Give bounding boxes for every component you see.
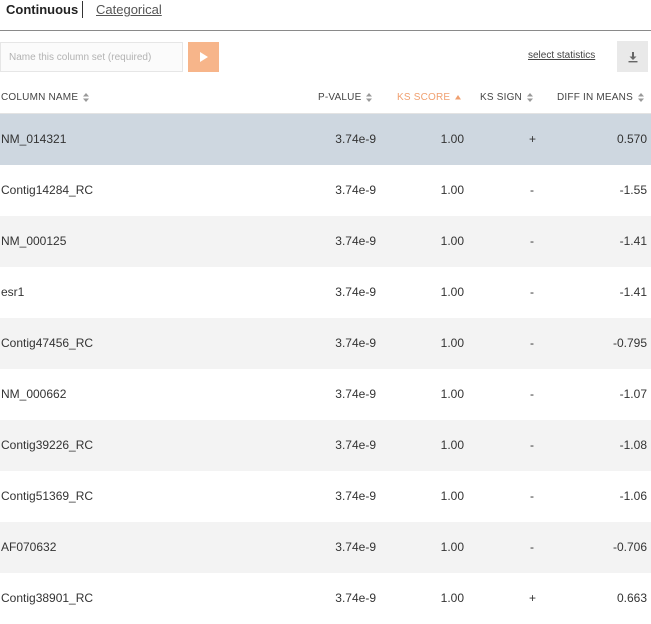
sort-icon — [366, 92, 373, 102]
table-body: NM_014321 3.74e-9 1.00 + 0.570 Contig142… — [0, 114, 651, 624]
submit-button[interactable] — [188, 42, 219, 72]
table-row[interactable]: NM_014321 3.74e-9 1.00 + 0.570 — [0, 114, 651, 165]
cell-p-value: 3.74e-9 — [335, 540, 376, 554]
tab-categorical[interactable]: Categorical — [96, 2, 162, 18]
cell-p-value: 3.74e-9 — [335, 132, 376, 146]
column-header-label: DIFF IN MEANS — [557, 92, 633, 103]
cell-p-value: 3.74e-9 — [335, 183, 376, 197]
cell-ks-score: 1.00 — [440, 132, 464, 146]
cell-column-name: NM_000125 — [1, 234, 67, 248]
cell-column-name: esr1 — [1, 285, 25, 299]
table-row[interactable]: Contig14284_RC 3.74e-9 1.00 - -1.55 — [0, 165, 651, 216]
tab-bar: Continuous Categorical — [0, 0, 651, 31]
download-button[interactable] — [617, 41, 648, 72]
cell-p-value: 3.74e-9 — [335, 489, 376, 503]
cell-diff-in-means: 0.663 — [616, 591, 647, 605]
cell-ks-sign: - — [530, 387, 534, 401]
table-row[interactable]: esr1 3.74e-9 1.00 - -1.41 — [0, 267, 651, 318]
cell-ks-sign: - — [530, 285, 534, 299]
column-header-label: KS SIGN — [480, 92, 522, 103]
cell-ks-sign: - — [530, 540, 534, 554]
download-icon — [628, 51, 637, 62]
cell-p-value: 3.74e-9 — [335, 387, 376, 401]
cell-ks-score: 1.00 — [440, 336, 464, 350]
cell-diff-in-means: -0.706 — [612, 540, 647, 554]
cell-diff-in-means: -1.07 — [619, 387, 647, 401]
table-row[interactable]: NM_000662 3.74e-9 1.00 - -1.07 — [0, 369, 651, 420]
table-row[interactable]: NM_000125 3.74e-9 1.00 - -1.41 — [0, 216, 651, 267]
cell-ks-score: 1.00 — [440, 489, 464, 503]
cell-ks-sign: + — [529, 591, 537, 605]
table-row[interactable]: Contig51369_RC 3.74e-9 1.00 - -1.06 — [0, 471, 651, 522]
column-header-label: P-VALUE — [318, 92, 362, 103]
column-header-label: COLUMN NAME — [1, 92, 79, 103]
cell-diff-in-means: -1.06 — [619, 489, 647, 503]
cell-p-value: 3.74e-9 — [335, 234, 376, 248]
tab-continuous[interactable]: Continuous — [6, 2, 78, 18]
toolbar: select statistics — [0, 41, 651, 73]
cell-column-name: Contig51369_RC — [1, 489, 94, 503]
table-row[interactable]: AF070632 3.74e-9 1.00 - -0.706 — [0, 522, 651, 573]
cell-column-name: Contig14284_RC — [1, 183, 94, 197]
column-header-ks-sign[interactable]: KS SIGN — [480, 92, 533, 103]
column-set-name-input[interactable] — [0, 42, 183, 72]
table-row[interactable]: Contig47456_RC 3.74e-9 1.00 - -0.795 — [0, 318, 651, 369]
cell-column-name: Contig38901_RC — [1, 591, 94, 605]
table-row[interactable]: Contig39226_RC 3.74e-9 1.00 - -1.08 — [0, 420, 651, 471]
cell-ks-sign: - — [530, 489, 534, 503]
cell-ks-score: 1.00 — [440, 591, 464, 605]
cell-diff-in-means: 0.570 — [616, 132, 647, 146]
table-row[interactable]: Contig38901_RC 3.74e-9 1.00 + 0.663 — [0, 573, 651, 624]
cell-ks-score: 1.00 — [440, 234, 464, 248]
cell-ks-sign: - — [530, 234, 534, 248]
cell-diff-in-means: -1.55 — [619, 183, 647, 197]
cell-p-value: 3.74e-9 — [335, 336, 376, 350]
cell-p-value: 3.74e-9 — [335, 285, 376, 299]
column-header-p-value[interactable]: P-VALUE — [318, 92, 373, 103]
column-header-label: KS SCORE — [397, 92, 451, 103]
cell-p-value: 3.74e-9 — [335, 438, 376, 452]
tab-divider — [82, 1, 83, 18]
cell-column-name: Contig47456_RC — [1, 336, 94, 350]
cell-ks-score: 1.00 — [440, 387, 464, 401]
column-header-ks-score[interactable]: KS SCORE — [397, 92, 462, 103]
sort-ascending-icon — [455, 94, 462, 100]
cell-diff-in-means: -1.41 — [619, 285, 647, 299]
sort-icon — [526, 92, 533, 102]
cell-ks-sign: - — [530, 438, 534, 452]
cell-ks-score: 1.00 — [440, 285, 464, 299]
cell-p-value: 3.74e-9 — [335, 591, 376, 605]
cell-ks-score: 1.00 — [440, 183, 464, 197]
table-header: COLUMN NAME P-VALUE KS SCORE KS SIGN DIF… — [0, 83, 651, 114]
cell-diff-in-means: -1.41 — [619, 234, 647, 248]
column-header-diff-in-means[interactable]: DIFF IN MEANS — [557, 92, 644, 103]
cell-column-name: Contig39226_RC — [1, 438, 94, 452]
cell-ks-score: 1.00 — [440, 438, 464, 452]
sort-icon — [637, 92, 644, 102]
cell-column-name: NM_000662 — [1, 387, 67, 401]
cell-ks-sign: - — [530, 183, 534, 197]
sort-icon — [83, 92, 90, 102]
cell-ks-sign: + — [529, 132, 537, 146]
select-statistics-link[interactable]: select statistics — [528, 50, 595, 61]
play-icon — [199, 52, 208, 62]
cell-column-name: NM_014321 — [1, 132, 67, 146]
cell-ks-sign: - — [530, 336, 534, 350]
cell-diff-in-means: -0.795 — [612, 336, 647, 350]
cell-diff-in-means: -1.08 — [619, 438, 647, 452]
cell-ks-score: 1.00 — [440, 540, 464, 554]
cell-column-name: AF070632 — [1, 540, 57, 554]
column-header-name[interactable]: COLUMN NAME — [1, 92, 90, 103]
